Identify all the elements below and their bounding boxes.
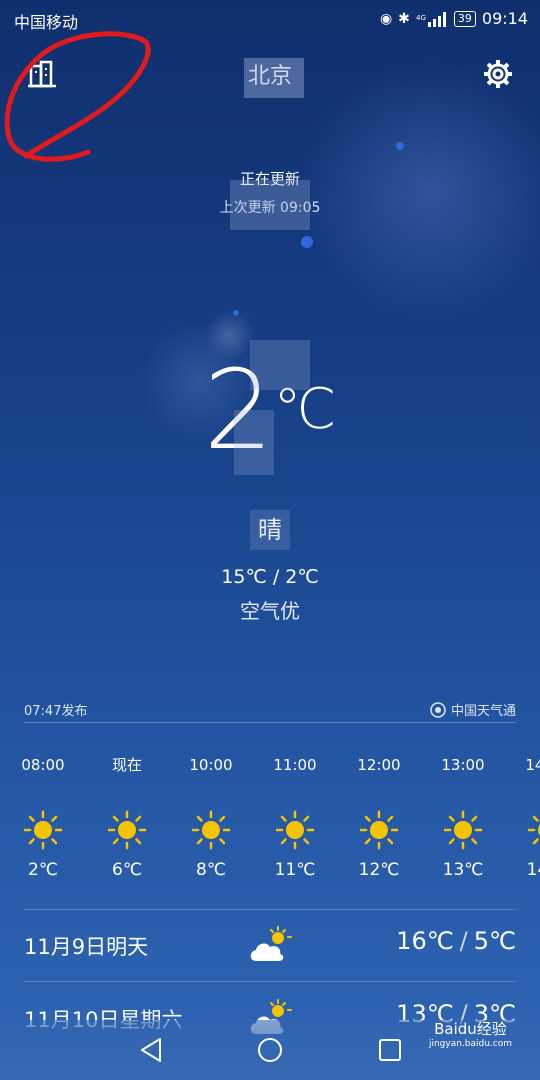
hour-temp: 2℃: [28, 860, 58, 880]
hour-time: 现在: [111, 756, 142, 774]
sun-icon: [107, 810, 147, 850]
home-icon[interactable]: [254, 1034, 286, 1066]
bluetooth-icon: ✱: [398, 10, 410, 27]
hour-time: 14:00: [525, 756, 540, 774]
daily-row[interactable]: 11月9日明天 16℃/5℃: [24, 917, 516, 977]
temp-separator: /: [459, 927, 468, 955]
partly-cloudy-icon: [250, 926, 292, 961]
sun-icon: [359, 810, 399, 850]
recent-apps-icon[interactable]: [374, 1034, 406, 1066]
back-icon[interactable]: [136, 1034, 168, 1066]
publish-time: 07:47发布: [24, 704, 88, 719]
hour-item: 现在 6℃: [95, 750, 159, 880]
hour-temp: 12℃: [358, 860, 400, 880]
hour-item: 10:00 8℃: [179, 750, 243, 880]
divider: [24, 909, 516, 910]
source-logo-icon: [430, 701, 446, 718]
sun-icon: [527, 815, 540, 845]
hour-temp: 13℃: [442, 860, 484, 880]
air-quality[interactable]: 空气优: [0, 595, 540, 624]
watermark-url: jingyan.baidu.com: [428, 1039, 512, 1049]
day-label: 11月9日明天: [24, 935, 149, 959]
mosaic-block: [230, 180, 310, 230]
hour-time: 13:00: [441, 756, 485, 774]
hour-time: 10:00: [189, 756, 233, 774]
mosaic-block: [234, 410, 274, 475]
status-time: 09:14: [481, 9, 528, 28]
publish-row: 07:47发布 中国天气通: [24, 700, 516, 723]
background-dot: [301, 236, 313, 248]
hour-item: 11:00 11℃: [263, 750, 327, 880]
sun-icon: [191, 810, 231, 850]
source-name: 中国天气通: [450, 704, 516, 719]
status-icons: ◉ ✱ 4G 39 09:14: [380, 9, 528, 28]
mosaic-block: [244, 58, 304, 98]
day-temps: 16℃/5℃: [396, 927, 516, 955]
hotspot-icon: ◉: [379, 10, 393, 27]
hour-item: 08:00 2℃: [11, 750, 75, 880]
mosaic-block: [250, 340, 310, 390]
hour-item: 14:00 14℃: [515, 750, 540, 880]
divider: [24, 981, 516, 982]
sun-icon: [275, 810, 315, 850]
hour-temp: 11℃: [274, 860, 316, 880]
day-low: 5℃: [473, 927, 516, 955]
battery-icon: 39: [453, 10, 476, 27]
mosaic-block: [250, 510, 290, 550]
hour-temp: 6℃: [112, 860, 142, 880]
sun-icon: [443, 810, 483, 850]
hour-item: 12:00 12℃: [347, 750, 411, 880]
settings-button[interactable]: [476, 52, 520, 96]
hour-temp: 8℃: [196, 860, 226, 880]
hour-time: 12:00: [357, 756, 401, 774]
hour-item: 13:00 13℃: [431, 750, 495, 880]
svg-text:4G: 4G: [416, 14, 426, 22]
gear-icon: [484, 60, 512, 88]
hour-time: 11:00: [273, 756, 317, 774]
watermark-brand: Baidu经验: [434, 1020, 507, 1038]
hourly-forecast[interactable]: 08:00 2℃ 现在 6℃ 10:00 8℃ 11:00 11℃ 12:00 …: [0, 750, 540, 890]
day-high: 16℃: [396, 927, 454, 955]
hour-time: 08:00: [21, 756, 65, 774]
watermark: Baidu经验 jingyan.baidu.com: [429, 1018, 512, 1049]
sun-icon: [23, 810, 63, 850]
data-source: 中国天气通: [430, 700, 516, 719]
signal-icon: 4G: [416, 11, 446, 27]
hour-temp: 14℃: [526, 860, 540, 880]
annotation-circle: [4, 31, 151, 162]
temperature-range: 15℃ / 2℃: [221, 566, 319, 588]
background-dot: [396, 142, 404, 150]
background-dot: [233, 310, 239, 316]
